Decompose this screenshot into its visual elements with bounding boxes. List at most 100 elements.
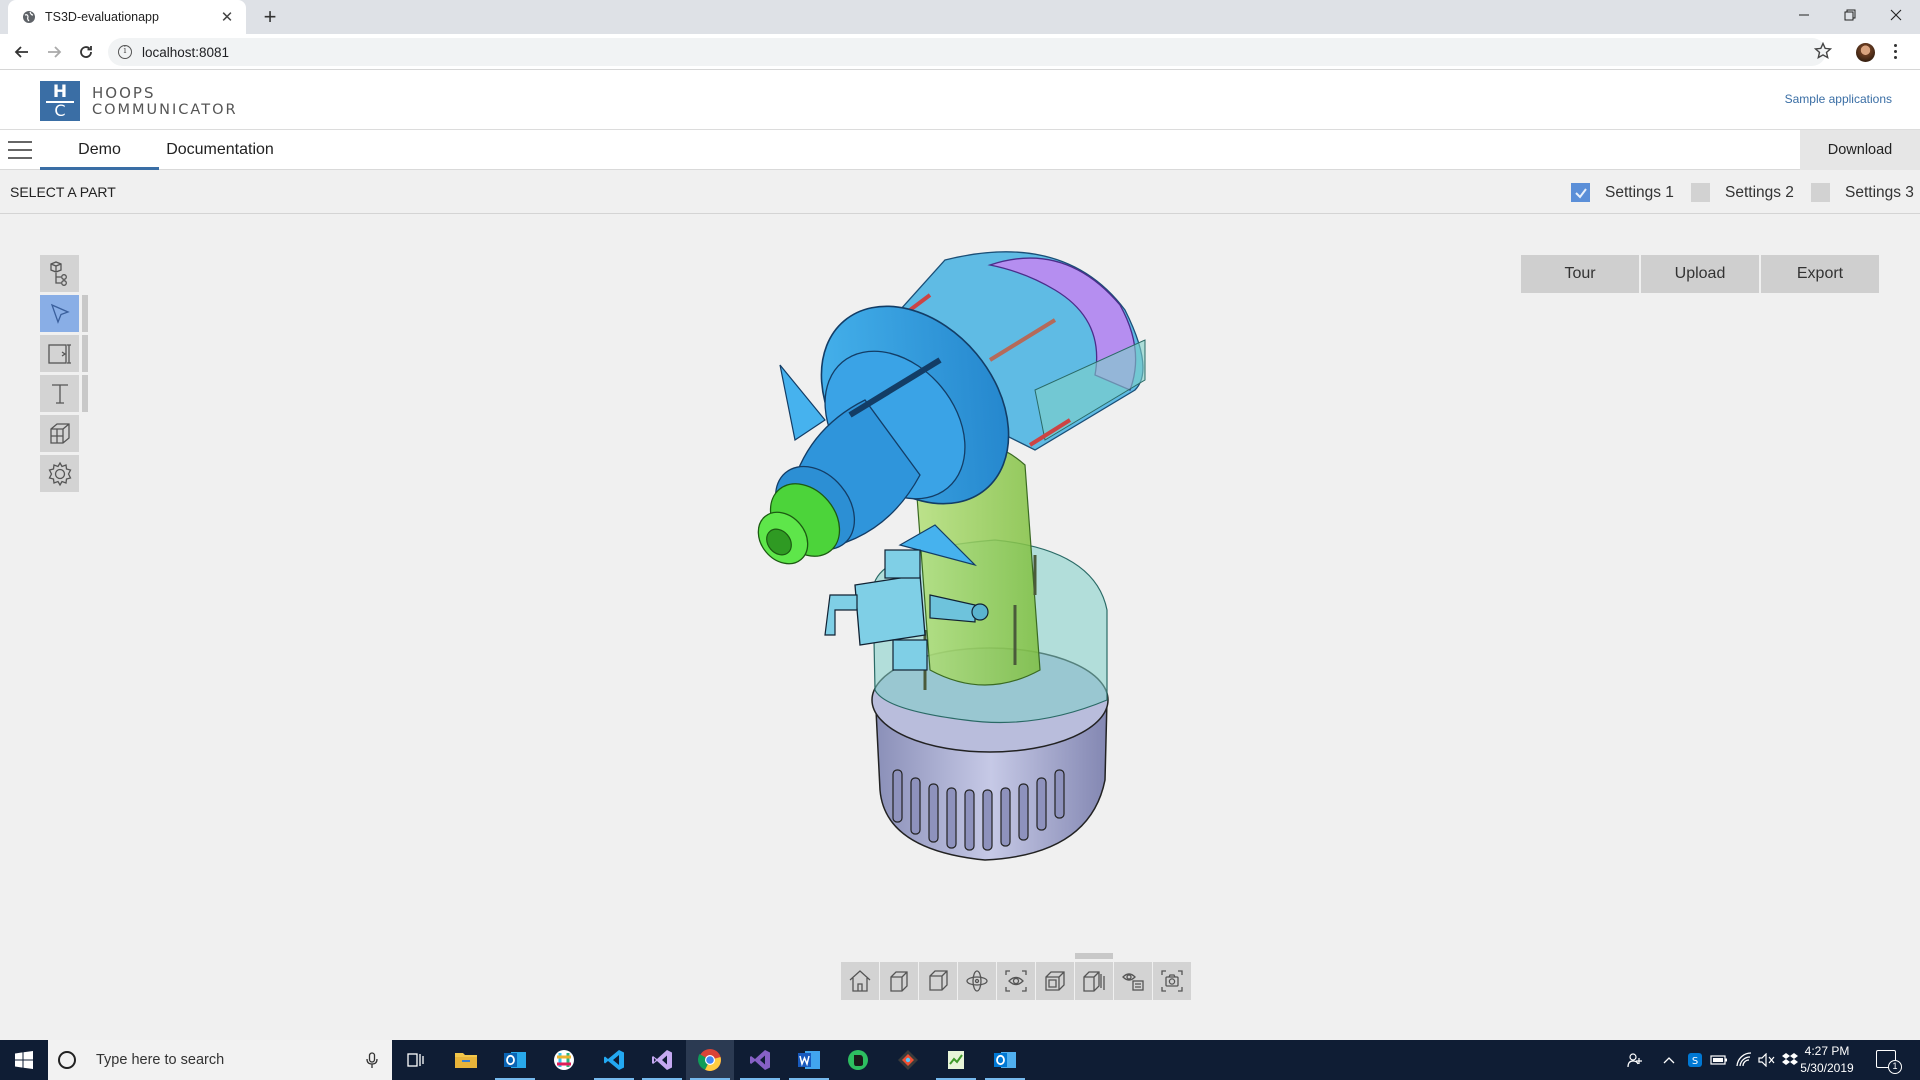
task-view-icon[interactable] — [392, 1040, 440, 1080]
tour-button[interactable]: Tour — [1521, 255, 1639, 293]
settings-1-toggle[interactable]: Settings 1 — [1571, 183, 1674, 202]
windows-taskbar: Type here to search S 4:27 PM 5/30/2019 … — [0, 1040, 1920, 1080]
minimize-icon[interactable] — [1781, 0, 1827, 30]
status-text: SELECT A PART — [10, 184, 116, 200]
tab-demo[interactable]: Demo — [40, 130, 159, 170]
app-header: H C HOOPS COMMUNICATOR Sample applicatio… — [0, 70, 1920, 130]
visual-studio-icon[interactable] — [638, 1040, 686, 1080]
outlook-icon[interactable] — [491, 1040, 539, 1080]
slack-icon[interactable] — [540, 1040, 588, 1080]
cube-view-icon[interactable] — [919, 962, 957, 1000]
frame-submenu-flag[interactable] — [82, 335, 88, 372]
wifi-icon[interactable] — [1733, 1040, 1755, 1080]
notification-count: 1 — [1888, 1060, 1902, 1074]
logo-line-2: COMMUNICATOR — [92, 102, 238, 118]
settings-3-toggle[interactable]: Settings 3 — [1811, 183, 1914, 202]
snapshot-frame-icon[interactable] — [40, 335, 79, 372]
3d-viewer-canvas[interactable]: Tour Upload Export — [0, 215, 1920, 1040]
explode-icon[interactable] — [1075, 953, 1113, 1000]
svg-text:S: S — [1692, 1056, 1698, 1067]
redline-icon[interactable] — [997, 962, 1035, 1000]
globe-icon — [22, 10, 36, 24]
checkmark-icon — [1574, 187, 1587, 199]
settings-1-checkbox[interactable] — [1571, 183, 1590, 202]
profile-avatar[interactable] — [1856, 43, 1875, 62]
restore-icon[interactable] — [1827, 0, 1873, 30]
settings-2-toggle[interactable]: Settings 2 — [1691, 183, 1794, 202]
taskbar-search-input[interactable]: Type here to search — [48, 1040, 392, 1080]
search-placeholder: Type here to search — [96, 1052, 225, 1068]
new-tab-icon[interactable]: + — [258, 5, 282, 29]
url-field[interactable]: i localhost:8081 — [108, 38, 1826, 66]
export-button[interactable]: Export — [1761, 255, 1879, 293]
microphone-icon[interactable] — [366, 1052, 378, 1069]
settings-gear-icon[interactable] — [40, 455, 79, 492]
settings-3-label: Settings 3 — [1845, 183, 1914, 201]
chrome-icon[interactable] — [686, 1040, 734, 1080]
viewer-action-buttons: Tour Upload Export — [1521, 255, 1879, 293]
vscode-icon[interactable] — [590, 1040, 638, 1080]
explode-submenu-flag[interactable] — [1075, 953, 1113, 959]
select-pointer-icon[interactable] — [40, 295, 79, 332]
settings-2-label: Settings 2 — [1725, 183, 1794, 201]
hamburger-menu-icon[interactable] — [8, 141, 32, 159]
upload-button[interactable]: Upload — [1641, 255, 1759, 293]
markup-text-icon[interactable] — [40, 375, 79, 412]
hidden-line-icon[interactable] — [1114, 962, 1152, 1000]
bottom-toolbar — [841, 953, 1191, 1000]
3d-model-assembly[interactable] — [735, 250, 1175, 870]
close-window-icon[interactable] — [1873, 0, 1919, 30]
address-bar-row: i localhost:8081 — [0, 34, 1920, 70]
home-icon[interactable] — [841, 962, 879, 1000]
logo-line-1: HOOPS — [92, 84, 156, 102]
windows-start-icon[interactable] — [0, 1040, 47, 1080]
file-explorer-icon[interactable] — [442, 1040, 490, 1080]
model-tree-icon[interactable] — [40, 255, 79, 292]
forward-arrow-icon[interactable] — [42, 40, 66, 64]
notepad-plus-icon[interactable] — [932, 1040, 980, 1080]
url-text: localhost:8081 — [142, 44, 230, 60]
battery-icon[interactable] — [1708, 1040, 1730, 1080]
settings-3-checkbox[interactable] — [1811, 183, 1830, 202]
reload-icon[interactable] — [74, 40, 98, 64]
outlook-blue-icon[interactable] — [981, 1040, 1029, 1080]
snapshot-icon[interactable] — [1153, 962, 1191, 1000]
close-tab-icon[interactable]: ✕ — [218, 8, 236, 26]
word-icon[interactable] — [785, 1040, 833, 1080]
back-arrow-icon[interactable] — [10, 40, 34, 64]
info-icon[interactable]: i — [118, 45, 132, 59]
logo-wordmark: HOOPS COMMUNICATOR — [92, 84, 238, 118]
tray-chevron-icon[interactable] — [1659, 1040, 1679, 1080]
settings-1-label: Settings 1 — [1605, 183, 1674, 201]
clock-date: 5/30/2019 — [1800, 1061, 1854, 1075]
camera-view-icon[interactable] — [880, 962, 918, 1000]
download-button[interactable]: Download — [1800, 130, 1920, 170]
logo-letter-h: H — [52, 82, 68, 102]
system-clock[interactable]: 4:27 PM 5/30/2019 — [1790, 1043, 1864, 1077]
logo-letter-c: C — [54, 101, 66, 120]
subheader: SELECT A PART Settings 1 Settings 2 Sett… — [0, 171, 1920, 214]
main-nav: Demo Documentation Download — [0, 130, 1920, 170]
sample-applications-link[interactable]: Sample applications — [1785, 92, 1892, 106]
tab-title: TS3D-evaluationapp — [45, 10, 159, 24]
people-icon[interactable] — [1622, 1040, 1648, 1080]
browser-menu-icon[interactable] — [1892, 44, 1898, 59]
visual-studio-purple-icon[interactable] — [736, 1040, 784, 1080]
browser-tab[interactable]: TS3D-evaluationapp ✕ — [8, 0, 246, 34]
bookmark-star-icon[interactable] — [1813, 41, 1833, 65]
evernote-icon[interactable] — [834, 1040, 882, 1080]
pointer-submenu-flag[interactable] — [82, 295, 88, 332]
cutting-plane-icon[interactable] — [40, 415, 79, 452]
action-center-icon[interactable]: 1 — [1876, 1050, 1902, 1074]
browser-tab-strip: TS3D-evaluationapp ✕ + — [0, 0, 1920, 34]
settings-2-checkbox[interactable] — [1691, 183, 1710, 202]
gitkraken-icon[interactable] — [884, 1040, 932, 1080]
cortana-circle-icon — [58, 1051, 76, 1069]
volume-muted-icon[interactable] — [1756, 1040, 1778, 1080]
skype-icon[interactable]: S — [1685, 1040, 1705, 1080]
hoops-logo-icon: H C — [40, 81, 80, 121]
tab-documentation[interactable]: Documentation — [162, 130, 278, 170]
text-submenu-flag[interactable] — [82, 375, 88, 412]
draw-mode-icon[interactable] — [1036, 962, 1074, 1000]
orbit-icon[interactable] — [958, 962, 996, 1000]
